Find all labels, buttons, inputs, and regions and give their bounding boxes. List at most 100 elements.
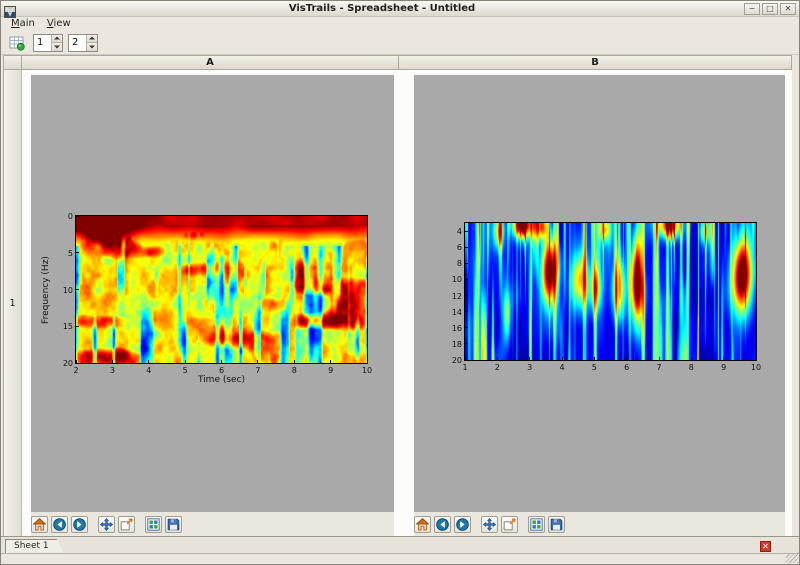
plot-zoom-button-a[interactable] — [118, 516, 135, 533]
plot-pan-button-b[interactable] — [481, 516, 498, 533]
corner-header[interactable] — [3, 55, 22, 70]
plot-back-button-a[interactable] — [51, 516, 68, 533]
x-tick-label: 10 — [360, 366, 374, 375]
cell-b: 12345678910468101214161820 — [407, 70, 792, 536]
rows-value: 1 — [34, 35, 51, 51]
x-tick-label: 6 — [215, 366, 229, 375]
plot-nav-toolbar-b — [414, 512, 785, 536]
y-tick — [76, 216, 79, 217]
menu-main[interactable]: Main — [5, 17, 41, 31]
menubar: Main View — [1, 17, 799, 31]
resize-grip[interactable] — [786, 554, 798, 563]
menu-view[interactable]: View — [41, 17, 77, 31]
nav-toolbar-separator — [521, 524, 525, 525]
rows-up-button[interactable] — [52, 35, 62, 44]
window-title: VisTrails - Spreadsheet - Untitled — [20, 2, 744, 16]
plot-save-button-b[interactable] — [548, 516, 565, 533]
cell-a: 234567891005101520Time (sec)Frequency (H… — [24, 70, 401, 536]
y-tick — [465, 311, 468, 312]
plot-home-button-b[interactable] — [414, 516, 431, 533]
sheet-tabbar: Sheet 1 ✕ — [1, 536, 799, 554]
x-tick — [185, 360, 186, 363]
close-button[interactable]: ✕ — [780, 3, 796, 15]
x-tick — [562, 357, 563, 360]
tab-sheet-1[interactable]: Sheet 1 — [5, 539, 65, 554]
y-tick-label: 10 — [58, 286, 73, 295]
plot-axes-a[interactable]: 234567891005101520Time (sec)Frequency (H… — [75, 215, 368, 364]
rows-down-button[interactable] — [52, 43, 62, 51]
y-tick-label: 18 — [447, 340, 462, 349]
minimize-button[interactable]: − — [744, 3, 760, 15]
sheet-tab-label: Sheet 1 — [14, 541, 49, 551]
x-tick — [221, 360, 222, 363]
y-tick-label: 20 — [447, 356, 462, 365]
new-sheet-button[interactable] — [6, 33, 28, 53]
plot-pan-button-a[interactable] — [98, 516, 115, 533]
app-window: VisTrails - Spreadsheet - Untitled − □ ✕… — [0, 0, 800, 565]
x-tick-label: 7 — [251, 366, 265, 375]
sheet-close-button[interactable]: ✕ — [760, 541, 771, 552]
x-tick-label: 3 — [523, 363, 537, 372]
y-tick — [465, 295, 468, 296]
x-tick-label: 5 — [587, 363, 601, 372]
x-tick-label: 5 — [178, 366, 192, 375]
x-tick-label: 4 — [142, 366, 156, 375]
plot-subplots-button-b[interactable] — [528, 516, 545, 533]
x-tick — [529, 357, 530, 360]
x-tick-label: 6 — [620, 363, 634, 372]
y-tick — [465, 247, 468, 248]
plot-zoom-button-b[interactable] — [501, 516, 518, 533]
row-header-1[interactable]: 1 — [3, 70, 22, 536]
x-tick — [330, 360, 331, 363]
cols-up-button[interactable] — [87, 35, 97, 44]
y-tick-label: 14 — [447, 308, 462, 317]
y-tick — [465, 343, 468, 344]
plot-nav-toolbar-a — [31, 512, 394, 536]
column-header-row: A B — [3, 55, 792, 70]
x-tick — [367, 360, 368, 363]
plot-forward-button-b[interactable] — [454, 516, 471, 533]
y-tick — [465, 360, 468, 361]
y-tick-label: 12 — [447, 292, 462, 301]
x-tick — [626, 357, 627, 360]
statusbar — [1, 554, 799, 564]
x-tick — [691, 357, 692, 360]
spreadsheet-area: A B 1 234567891005101520Time (sec)Freque… — [3, 55, 792, 536]
y-tick — [76, 289, 79, 290]
x-tick-label: 3 — [105, 366, 119, 375]
column-header-b[interactable]: B — [399, 55, 792, 70]
x-tick-label: 2 — [490, 363, 504, 372]
rows-spinbox[interactable]: 1 — [33, 34, 63, 52]
plot-subplots-button-a[interactable] — [145, 516, 162, 533]
x-tick-label: 7 — [652, 363, 666, 372]
plot-axes-b[interactable]: 12345678910468101214161820 — [464, 222, 757, 361]
cols-down-button[interactable] — [87, 43, 97, 51]
y-axis-label: Frequency (Hz) — [40, 216, 52, 363]
heatmap-image-a[interactable] — [76, 216, 367, 363]
column-header-a[interactable]: A — [22, 55, 399, 70]
y-tick-label: 0 — [58, 212, 73, 221]
x-tick — [294, 360, 295, 363]
x-tick — [257, 360, 258, 363]
x-tick — [723, 357, 724, 360]
x-tick-label: 10 — [749, 363, 763, 372]
plot-forward-button-a[interactable] — [71, 516, 88, 533]
plot-canvas-a[interactable]: 234567891005101520Time (sec)Frequency (H… — [31, 75, 394, 512]
plot-canvas-b[interactable]: 12345678910468101214161820 — [414, 75, 785, 512]
x-tick-label: 8 — [684, 363, 698, 372]
maximize-button[interactable]: □ — [762, 3, 778, 15]
cols-value: 2 — [69, 35, 86, 51]
plot-back-button-b[interactable] — [434, 516, 451, 533]
plot-home-button-a[interactable] — [31, 516, 48, 533]
x-tick-label: 4 — [555, 363, 569, 372]
titlebar[interactable]: VisTrails - Spreadsheet - Untitled − □ ✕ — [1, 1, 799, 17]
plot-save-button-a[interactable] — [165, 516, 182, 533]
y-tick — [465, 231, 468, 232]
heatmap-image-b[interactable] — [465, 223, 756, 360]
x-axis-label: Time (sec) — [76, 375, 367, 385]
cols-spinbox[interactable]: 2 — [68, 34, 98, 52]
y-tick — [465, 263, 468, 264]
y-tick — [76, 326, 79, 327]
y-tick-label: 15 — [58, 322, 73, 331]
y-tick — [465, 279, 468, 280]
